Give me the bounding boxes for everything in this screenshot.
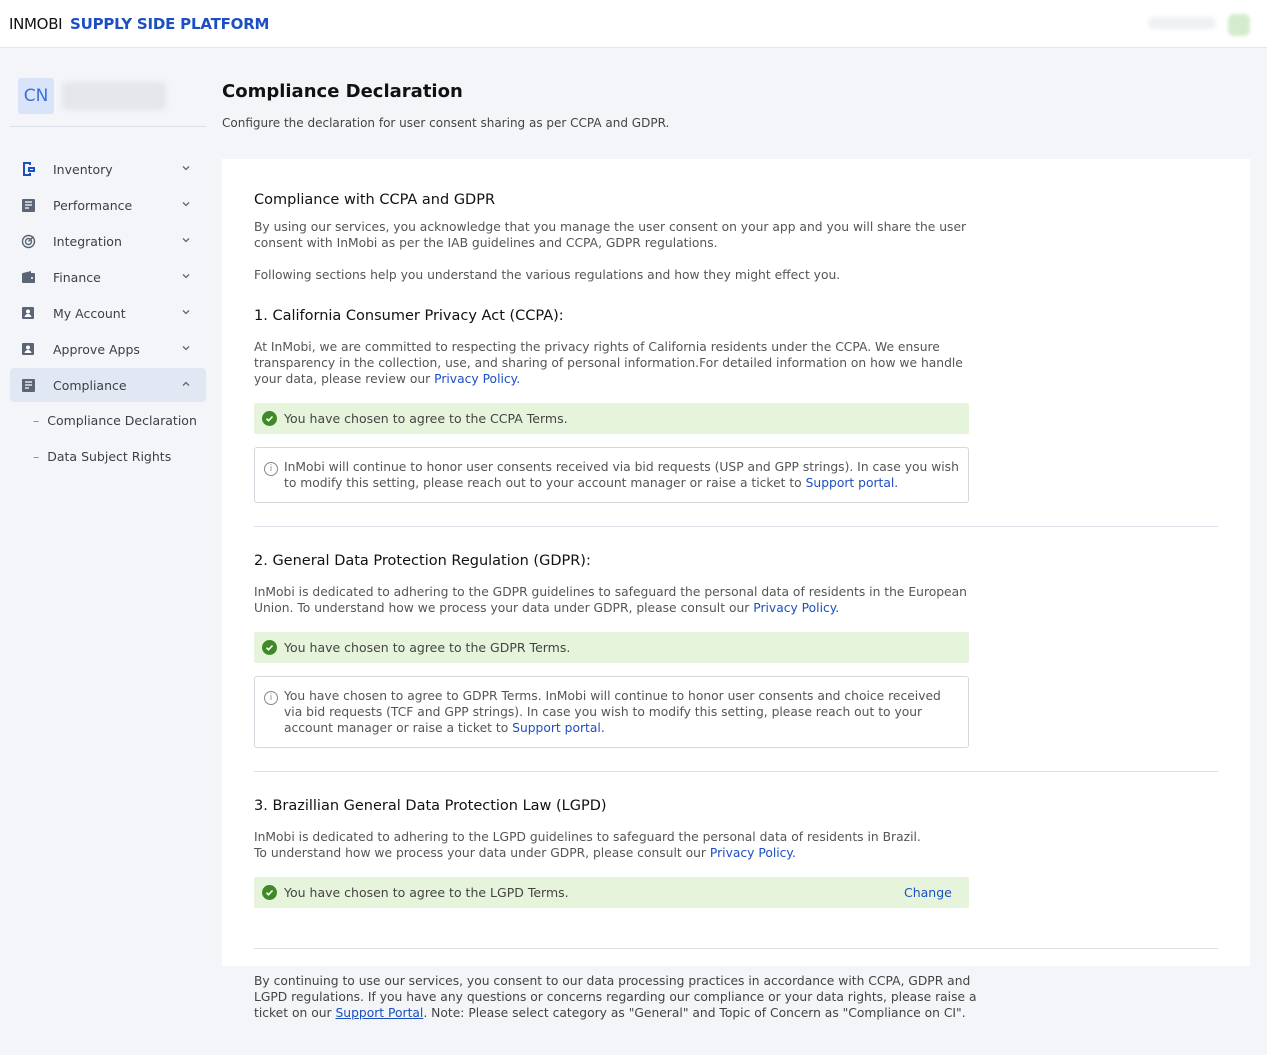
sidebar-item-my-account[interactable]: My Account [10, 296, 206, 330]
gdpr-privacy-policy-link[interactable]: Privacy Policy. [753, 601, 839, 615]
ccpa-paragraph: At InMobi, we are committed to respectin… [254, 339, 974, 387]
sub-item-label: Compliance Declaration [47, 413, 197, 428]
gdpr-info-body: You have chosen to agree to GDPR Terms. … [284, 689, 941, 735]
sidebar-item-finance[interactable]: Finance [10, 260, 206, 294]
sidebar-item-label: Finance [53, 269, 101, 285]
gdpr-agree-notice: You have chosen to agree to the GDPR Ter… [254, 632, 969, 663]
ccpa-support-portal-link[interactable]: Support portal. [806, 476, 899, 490]
chevron-down-icon [182, 310, 190, 315]
approve-icon [20, 341, 36, 357]
lgpd-change-button[interactable]: Change [904, 885, 952, 900]
section-divider [254, 771, 1218, 772]
sidebar-item-label: Integration [53, 233, 122, 249]
lgpd-paragraph-line1: InMobi is dedicated to adhering to the L… [254, 830, 921, 844]
notice-text: You have chosen to agree to the CCPA Ter… [284, 411, 568, 426]
account-avatar[interactable]: CN [18, 78, 54, 114]
compliance-icon [20, 377, 36, 393]
brand-company[interactable]: INMOBI [9, 15, 63, 33]
sub-item-dash: – [33, 413, 40, 428]
sub-item-label: Data Subject Rights [47, 449, 172, 464]
check-circle-icon [262, 411, 277, 426]
account-icon [20, 305, 36, 321]
sidebar-item-label: My Account [53, 305, 126, 321]
ccpa-info-box: i InMobi will continue to honor user con… [254, 447, 969, 503]
account-name-redacted [62, 82, 166, 110]
sidebar-item-compliance[interactable]: Compliance [10, 368, 206, 402]
lgpd-paragraph-text: To understand how we process your data u… [254, 846, 710, 860]
sidebar-divider [10, 126, 206, 127]
chevron-up-icon [182, 381, 190, 386]
info-icon: i [264, 691, 278, 705]
chevron-down-icon [182, 202, 190, 207]
gdpr-info-box: i You have chosen to agree to GDPR Terms… [254, 676, 969, 748]
lgpd-paragraph: InMobi is dedicated to adhering to the L… [254, 829, 1014, 861]
gdpr-paragraph-text: InMobi is dedicated to adhering to the G… [254, 585, 967, 615]
top-bar: INMOBI SUPPLY SIDE PLATFORM [0, 0, 1267, 48]
gdpr-info-text: You have chosen to agree to GDPR Terms. … [284, 688, 959, 736]
ccpa-agree-notice: You have chosen to agree to the CCPA Ter… [254, 403, 969, 434]
wallet-icon [20, 269, 36, 285]
sidebar-subitem-compliance-declaration[interactable]: – Compliance Declaration [33, 413, 197, 428]
sidebar-item-label: Inventory [53, 161, 113, 177]
gdpr-heading: 2. General Data Protection Regulation (G… [254, 553, 591, 569]
page-subtitle: Configure the declaration for user conse… [222, 116, 670, 130]
sidebar-item-label: Compliance [53, 377, 127, 393]
notice-text: You have chosen to agree to the GDPR Ter… [284, 640, 571, 655]
sub-item-dash: – [33, 449, 40, 464]
footer-text-part2: . Note: Please select category as "Gener… [423, 1006, 966, 1020]
integration-icon [20, 233, 36, 249]
lgpd-heading: 3. Brazillian General Data Protection La… [254, 798, 607, 814]
footer-consent-text: By continuing to use our services, you c… [254, 973, 984, 1021]
user-avatar-redacted[interactable] [1228, 14, 1250, 36]
ccpa-paragraph-text: At InMobi, we are committed to respectin… [254, 340, 963, 386]
sidebar-item-label: Performance [53, 197, 133, 213]
performance-icon [20, 197, 36, 213]
sidebar-item-inventory[interactable]: Inventory [10, 152, 206, 186]
section-divider [254, 526, 1218, 527]
chevron-down-icon [182, 238, 190, 243]
intro-paragraph-2: Following sections help you understand t… [254, 268, 841, 282]
sidebar-subitem-data-subject-rights[interactable]: – Data Subject Rights [33, 449, 171, 464]
intro-heading: Compliance with CCPA and GDPR [254, 192, 496, 208]
check-circle-icon [262, 640, 277, 655]
inventory-icon [20, 161, 36, 177]
gdpr-paragraph: InMobi is dedicated to adhering to the G… [254, 584, 974, 616]
lgpd-paragraph-line2: To understand how we process your data u… [254, 845, 1014, 861]
page-title: Compliance Declaration [222, 81, 463, 102]
compliance-card: Compliance with CCPA and GDPR By using o… [222, 159, 1250, 966]
chevron-down-icon [182, 346, 190, 351]
notice-text: You have chosen to agree to the LGPD Ter… [284, 885, 569, 900]
ccpa-heading: 1. California Consumer Privacy Act (CCPA… [254, 308, 564, 324]
check-circle-icon [262, 885, 277, 900]
footer-support-portal-link[interactable]: Support Portal [336, 1006, 424, 1020]
ccpa-info-text: InMobi will continue to honor user conse… [284, 459, 959, 491]
info-icon: i [264, 462, 278, 476]
lgpd-privacy-policy-link[interactable]: Privacy Policy. [710, 846, 796, 860]
chevron-down-icon [182, 166, 190, 171]
chevron-down-icon [182, 274, 190, 279]
sidebar-item-label: Approve Apps [53, 341, 140, 357]
ccpa-privacy-policy-link[interactable]: Privacy Policy. [434, 372, 520, 386]
brand-product[interactable]: SUPPLY SIDE PLATFORM [70, 15, 269, 33]
sidebar-item-approve-apps[interactable]: Approve Apps [10, 332, 206, 366]
sidebar-item-performance[interactable]: Performance [10, 188, 206, 222]
lgpd-agree-notice: You have chosen to agree to the LGPD Ter… [254, 877, 969, 908]
sidebar-item-integration[interactable]: Integration [10, 224, 206, 258]
gdpr-support-portal-link[interactable]: Support portal. [512, 721, 605, 735]
sidebar: CN Inventory Performance Integration Fin… [0, 48, 214, 1055]
section-divider [254, 948, 1218, 949]
user-name-redacted[interactable] [1148, 17, 1216, 29]
intro-paragraph: By using our services, you acknowledge t… [254, 220, 967, 250]
